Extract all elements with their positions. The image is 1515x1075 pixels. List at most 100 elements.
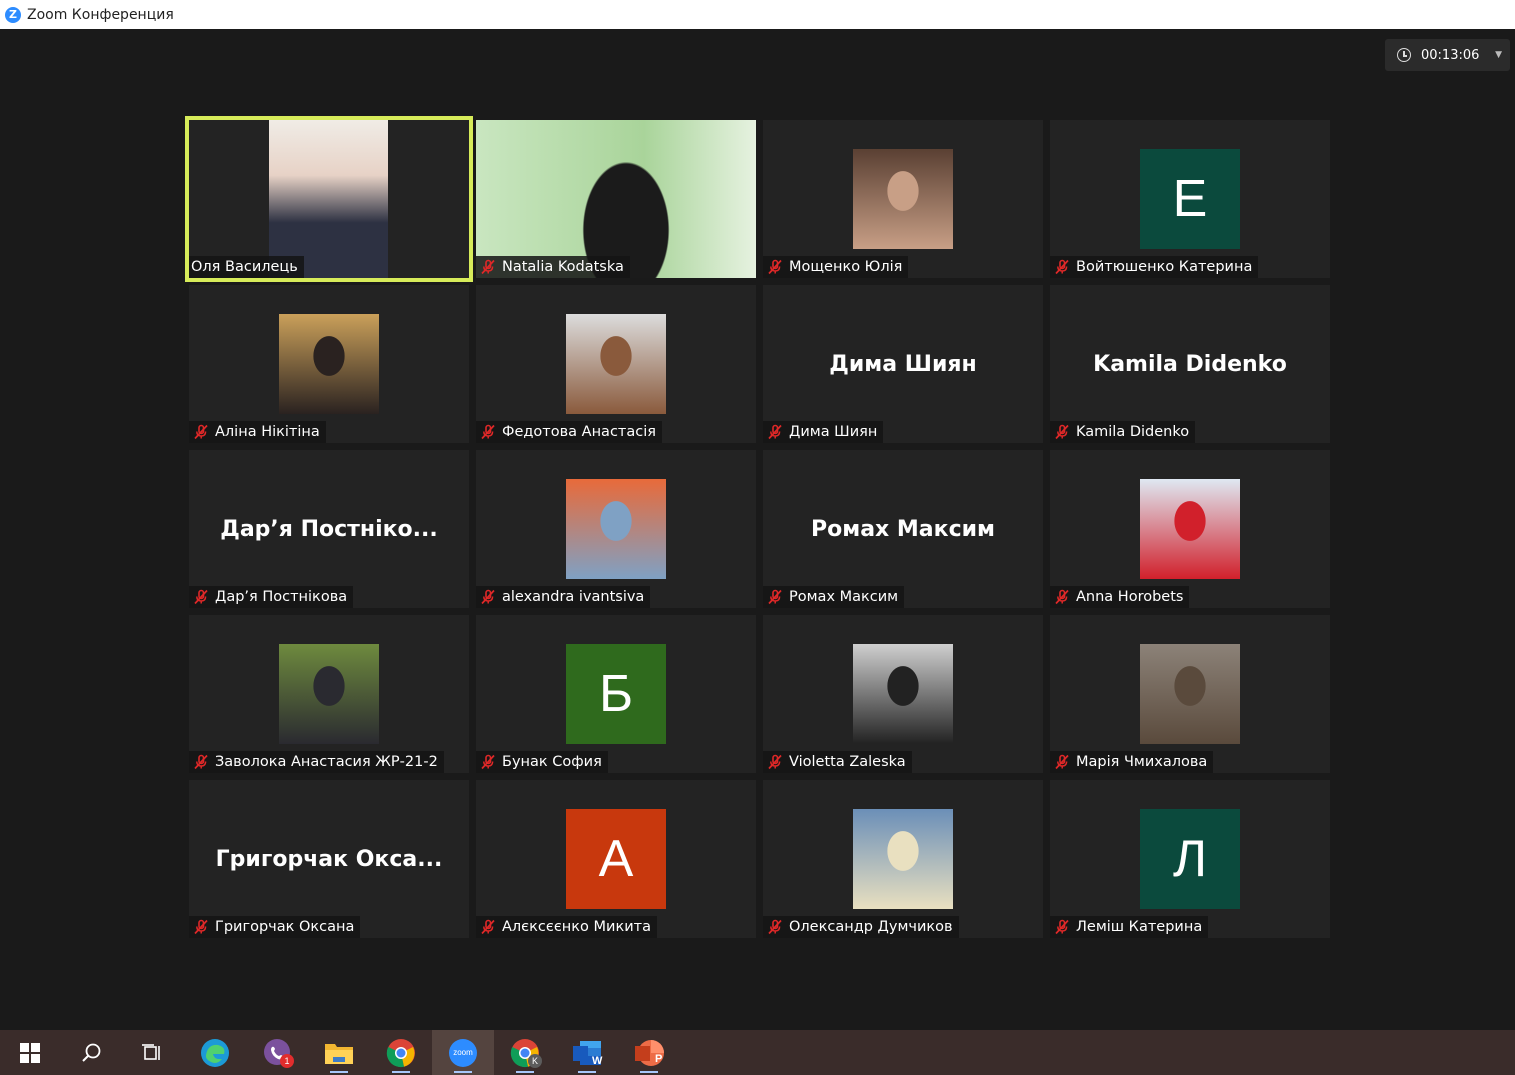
taskbar-icon-label: W [592, 1054, 603, 1067]
participant-tile[interactable]: Оля Василець [185, 116, 473, 282]
chrome-icon [386, 1038, 416, 1068]
participant-name: Федотова Анастасія [502, 424, 656, 440]
taskbar-chrome[interactable] [370, 1030, 432, 1075]
taskbar-explorer[interactable] [308, 1030, 370, 1075]
timer-value: 00:13:06 [1421, 47, 1480, 63]
chevron-down-icon[interactable]: ▼ [1495, 50, 1502, 60]
folder-icon [324, 1040, 354, 1066]
clock-icon [1397, 48, 1411, 62]
participant-tile[interactable]: Олександр Думчиков [763, 780, 1043, 938]
zoom-logo-icon: Z [5, 6, 21, 23]
participant-name-bar: Федотова Анастасія [476, 421, 662, 443]
participant-tile[interactable]: Заволока Анастасия ЖР-21-2 [189, 615, 469, 773]
avatar [566, 479, 666, 579]
participant-tile[interactable]: Б Бунак София [476, 615, 756, 773]
participant-name: Заволока Анастасия ЖР-21-2 [215, 754, 438, 770]
participant-name: Natalia Kodatska [502, 259, 624, 275]
taskbar-powerpoint[interactable]: P [618, 1030, 680, 1075]
taskbar-start[interactable] [0, 1030, 60, 1075]
participant-tile[interactable]: Марія Чмихалова [1050, 615, 1330, 773]
participant-name: Дима Шиян [789, 424, 878, 440]
muted-mic-icon [1054, 919, 1070, 935]
participant-name-bar: Оля Василець [189, 256, 304, 278]
taskbar-chrome-profile[interactable]: K [494, 1030, 556, 1075]
window-title: Zoom Конференция [27, 6, 174, 23]
participant-name: Марія Чмихалова [1076, 754, 1208, 770]
participant-name-bar: Марія Чмихалова [1050, 751, 1214, 773]
participant-name: Аліна Нікітіна [215, 424, 320, 440]
zoom-icon: zoom [448, 1038, 478, 1068]
participant-display-name: Kamila Didenko [1093, 351, 1287, 377]
search-icon [80, 1042, 102, 1064]
participant-tile[interactable]: Natalia Kodatska [476, 120, 756, 278]
participant-video [269, 120, 388, 278]
avatar-letter: Б [566, 644, 666, 744]
viber-icon: 1 [262, 1038, 294, 1068]
participant-name: Оля Василець [191, 259, 298, 275]
taskbar-zoom[interactable]: zoom [432, 1030, 494, 1075]
avatar [279, 314, 379, 414]
taskbar-badge: K [528, 1053, 542, 1068]
muted-mic-icon [767, 259, 783, 275]
muted-mic-icon [193, 754, 209, 770]
task-view-icon [141, 1043, 165, 1063]
taskbar-task-view[interactable] [122, 1030, 184, 1075]
avatar [853, 149, 953, 249]
taskbar-word[interactable]: W [556, 1030, 618, 1075]
participant-tile[interactable]: А Алєксєєнко Микита [476, 780, 756, 938]
title-bar: Z Zoom Конференция [0, 0, 1515, 29]
participant-name: Kamila Didenko [1076, 424, 1190, 440]
participant-video [476, 120, 756, 278]
participant-name-bar: Григорчак Оксана [189, 916, 361, 938]
participant-name-bar: Natalia Kodatska [476, 256, 630, 278]
muted-mic-icon [480, 919, 496, 935]
participant-tile[interactable]: Anna Horobets [1050, 450, 1330, 608]
participant-tile[interactable]: Аліна Нікітіна [189, 285, 469, 443]
taskbar-icon-label: P [655, 1052, 663, 1065]
participant-name-bar: Алєксєєнко Микита [476, 916, 657, 938]
participant-name: alexandra ivantsiva [502, 589, 645, 605]
participant-tile[interactable]: Григорчак Окса... Григорчак Оксана [189, 780, 469, 938]
muted-mic-icon [1054, 424, 1070, 440]
participant-tile[interactable]: Kamila Didenko Kamila Didenko [1050, 285, 1330, 443]
participant-display-name: Дар’я Постніко... [220, 516, 438, 542]
taskbar-edge[interactable] [184, 1030, 246, 1075]
muted-mic-icon [480, 424, 496, 440]
participant-name: Бунак София [502, 754, 602, 770]
participant-name-bar: Ромах Максим [763, 586, 905, 608]
meeting-timer[interactable]: 00:13:06 ▼ [1385, 39, 1510, 71]
powerpoint-icon: P [634, 1038, 664, 1068]
participant-name: Дар’я Постнікова [215, 589, 348, 605]
participant-name-bar: Anna Horobets [1050, 586, 1190, 608]
participant-tile[interactable]: alexandra ivantsiva [476, 450, 756, 608]
participant-tile[interactable]: Ромах Максим Ромах Максим [763, 450, 1043, 608]
avatar-letter: Л [1140, 809, 1240, 909]
taskbar-viber[interactable]: 1 [246, 1030, 308, 1075]
participant-tile[interactable]: Федотова Анастасія [476, 285, 756, 443]
participant-tile[interactable]: Е Войтюшенко Катерина [1050, 120, 1330, 278]
participant-tile[interactable]: Дима Шиян Дима Шиян [763, 285, 1043, 443]
taskbar-search[interactable] [60, 1030, 122, 1075]
participant-tile[interactable]: Мощенко Юлія [763, 120, 1043, 278]
participant-tile[interactable]: Violetta Zaleska [763, 615, 1043, 773]
participant-name-bar: Леміш Катерина [1050, 916, 1209, 938]
participant-name: Violetta Zaleska [789, 754, 906, 770]
participant-name-bar: Дар’я Постнікова [189, 586, 354, 608]
avatar [279, 644, 379, 744]
edge-icon [200, 1038, 230, 1068]
participant-name: Мощенко Юлія [789, 259, 903, 275]
participant-name: Anna Horobets [1076, 589, 1184, 605]
chrome-icon: K [510, 1038, 542, 1068]
participant-tile[interactable]: Дар’я Постніко... Дар’я Постнікова [189, 450, 469, 608]
muted-mic-icon [767, 754, 783, 770]
participant-tile[interactable]: Л Леміш Катерина [1050, 780, 1330, 938]
muted-mic-icon [480, 259, 496, 275]
participant-name-bar: Олександр Думчиков [763, 916, 959, 938]
taskbar-icon-label: zoom [453, 1048, 473, 1057]
participant-name: Олександр Думчиков [789, 919, 953, 935]
muted-mic-icon [193, 424, 209, 440]
avatar-letter: А [566, 809, 666, 909]
participant-name-bar: Заволока Анастасия ЖР-21-2 [189, 751, 444, 773]
participant-name: Ромах Максим [789, 589, 899, 605]
participant-name-bar: alexandra ivantsiva [476, 586, 651, 608]
